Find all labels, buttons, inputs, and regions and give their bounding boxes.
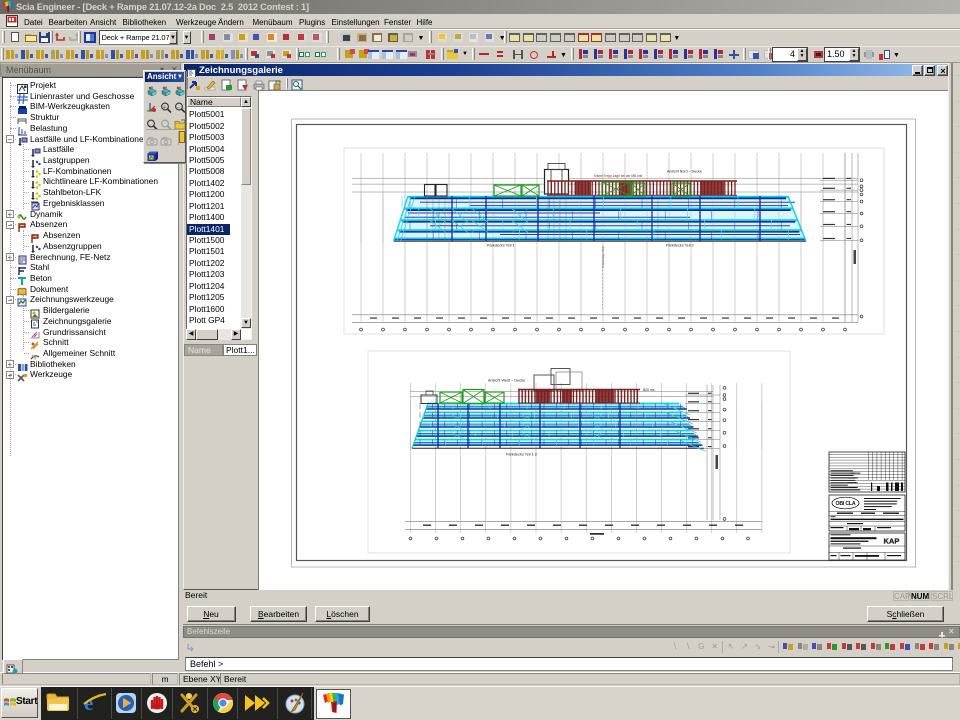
svg-text:+: +	[163, 105, 166, 111]
svg-text:KAP: KAP	[884, 537, 900, 546]
svg-text:↔: ↔	[148, 122, 152, 127]
svg-text:B20 ms: B20 ms	[643, 388, 655, 392]
svg-text:Ansicht West − Decke: Ansicht West − Decke	[488, 379, 525, 383]
svg-text:Parkdecks Teil 1-2: Parkdecks Teil 1-2	[506, 453, 537, 457]
svg-text:OBI CLA: OBI CLA	[836, 501, 856, 507]
svg-text:Ansicht Nord − Decke: Ansicht Nord − Decke	[667, 170, 702, 174]
svg-text:Treppenlage mittig: Treppenlage mittig	[601, 246, 605, 268]
svg-text:Parkdecks Teil 2: Parkdecks Teil 2	[666, 244, 694, 248]
svg-text:Parkdecks Teil 1: Parkdecks Teil 1	[487, 244, 515, 248]
svg-text:Kleine Trepp.Lage bei der MB.m: Kleine Trepp.Lage bei der MB.msf	[594, 174, 642, 178]
svg-text:−: −	[177, 105, 180, 111]
